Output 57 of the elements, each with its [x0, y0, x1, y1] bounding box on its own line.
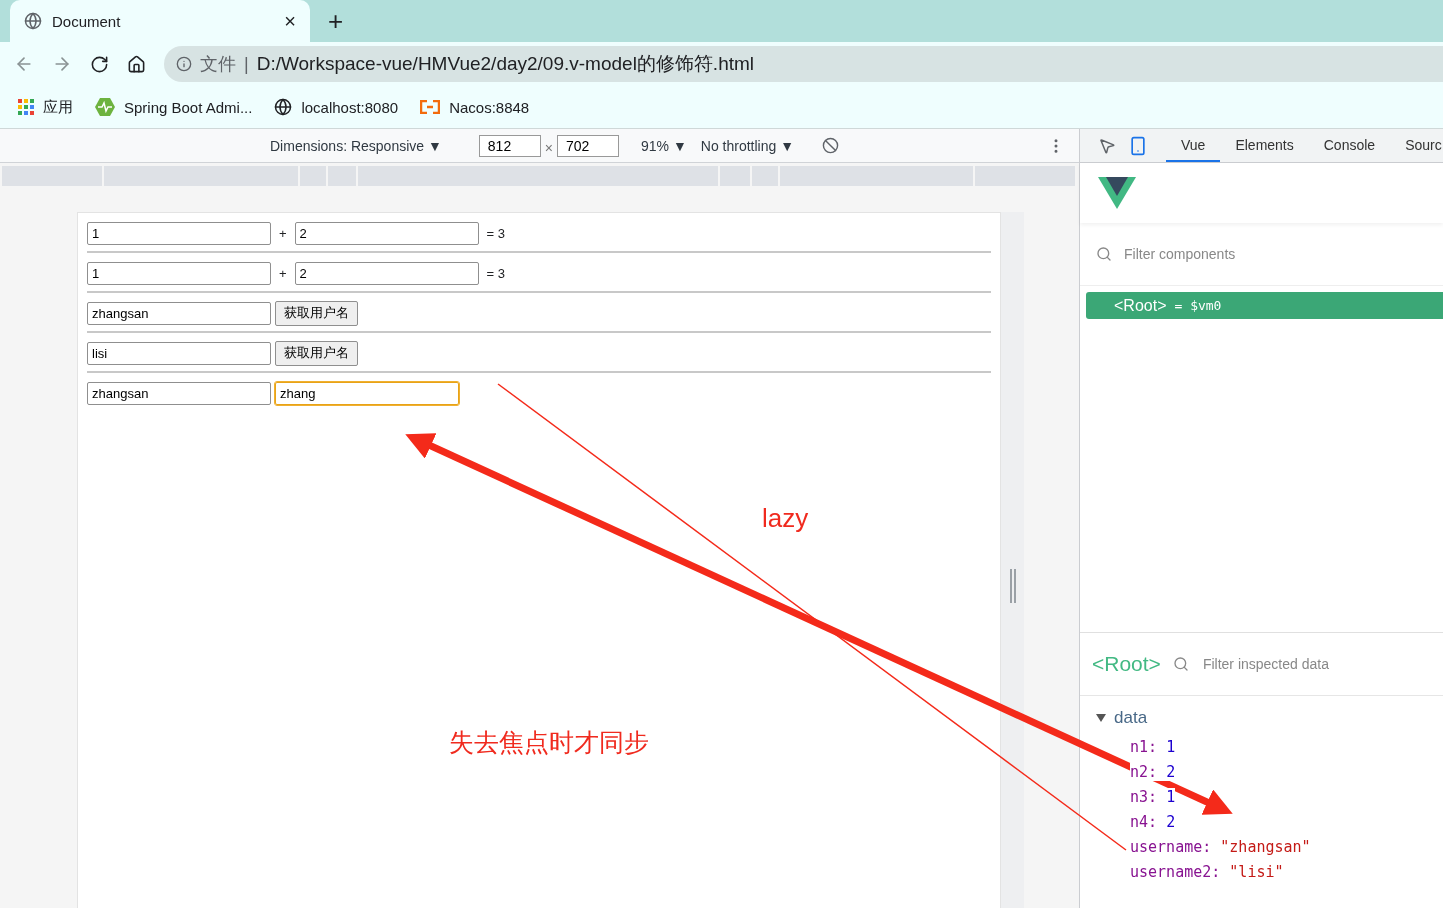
home-icon[interactable] [127, 54, 146, 74]
search-icon [1096, 246, 1112, 262]
annotation-label: 失去焦点时才同步 [449, 727, 649, 758]
globe-icon [274, 98, 293, 116]
address-bar[interactable]: 文件 | D:/Workspace-vue/HMVue2/day2/09.v-model的修饰符.html [164, 46, 1443, 82]
devtools-tab[interactable]: Sourc [1390, 129, 1443, 162]
dimensions-dropdown[interactable]: Dimensions: Responsive ▼ [270, 137, 442, 154]
globe-icon [24, 12, 42, 30]
data-entry: username: "zhangsan" [1129, 836, 1312, 858]
number-input[interactable]: 1 [87, 221, 271, 245]
bookmark-link[interactable]: Nacos:8848 [420, 98, 530, 116]
search-icon [1172, 656, 1189, 672]
data-entry: n2: 2 [1129, 761, 1177, 783]
throttling-dropdown[interactable]: No throttling ▼ [700, 137, 795, 154]
username-input[interactable]: lisi [87, 341, 271, 365]
bookmark-link[interactable]: 应用 [18, 97, 73, 117]
heartbeat-hexagon-icon [95, 98, 115, 116]
plus-sign: + [278, 225, 288, 241]
sum-result: = 3 [485, 225, 507, 241]
url-text: D:/Workspace-vue/HMVue2/day2/09.v-model的修饰符.html [256, 52, 755, 76]
new-tab-button[interactable]: + [324, 0, 348, 42]
filter-data-field[interactable]: Filter inspected data [1200, 655, 1443, 673]
resize-handle[interactable] [1010, 569, 1016, 603]
info-icon [176, 56, 192, 72]
lazy-input[interactable]: zhang [275, 381, 459, 405]
times-sign: × [544, 139, 553, 156]
number-input[interactable]: 2 [294, 221, 479, 245]
tab-title: Document [52, 12, 122, 30]
devtools-tab[interactable]: Vue [1166, 129, 1221, 162]
height-field[interactable]: 702 [557, 134, 619, 157]
apps-grid-icon [18, 99, 34, 115]
number-input[interactable]: 2 [294, 261, 479, 285]
bracket-icon [420, 100, 441, 114]
scheme-label: 文件 [200, 53, 236, 76]
plus-sign: + [278, 265, 288, 281]
bookmark-link[interactable]: Spring Boot Admi... [95, 98, 253, 116]
v-logo-icon [1098, 177, 1136, 209]
reload-icon[interactable] [90, 54, 109, 74]
username-input[interactable]: zhangsan [87, 381, 271, 405]
separator: | [244, 53, 249, 75]
zoom-dropdown[interactable]: 91% ▼ [641, 137, 687, 154]
data-section-toggle[interactable]: data [1096, 708, 1443, 728]
devtools-tab[interactable]: Console [1308, 129, 1391, 162]
username-input[interactable]: zhangsan [87, 301, 271, 325]
get-username-button[interactable]: 获取用户名 [275, 300, 358, 326]
annotation-label: lazy [762, 503, 809, 534]
filter-components-field[interactable]: Filter components [1122, 245, 1443, 263]
close-tab-button[interactable]: × [284, 9, 296, 33]
get-username-button[interactable]: 获取用户名 [275, 340, 358, 366]
component-name: <Root> [1092, 652, 1161, 676]
width-field[interactable]: 812 [478, 134, 541, 157]
sum-result: = 3 [485, 265, 507, 281]
devtools-tab[interactable]: Elements [1220, 129, 1309, 162]
number-input[interactable]: 1 [87, 261, 271, 285]
triangle-icon [1096, 714, 1106, 722]
browser-tab[interactable]: Document × [10, 0, 310, 42]
bookmark-link[interactable]: localhost:8080 [274, 98, 399, 116]
